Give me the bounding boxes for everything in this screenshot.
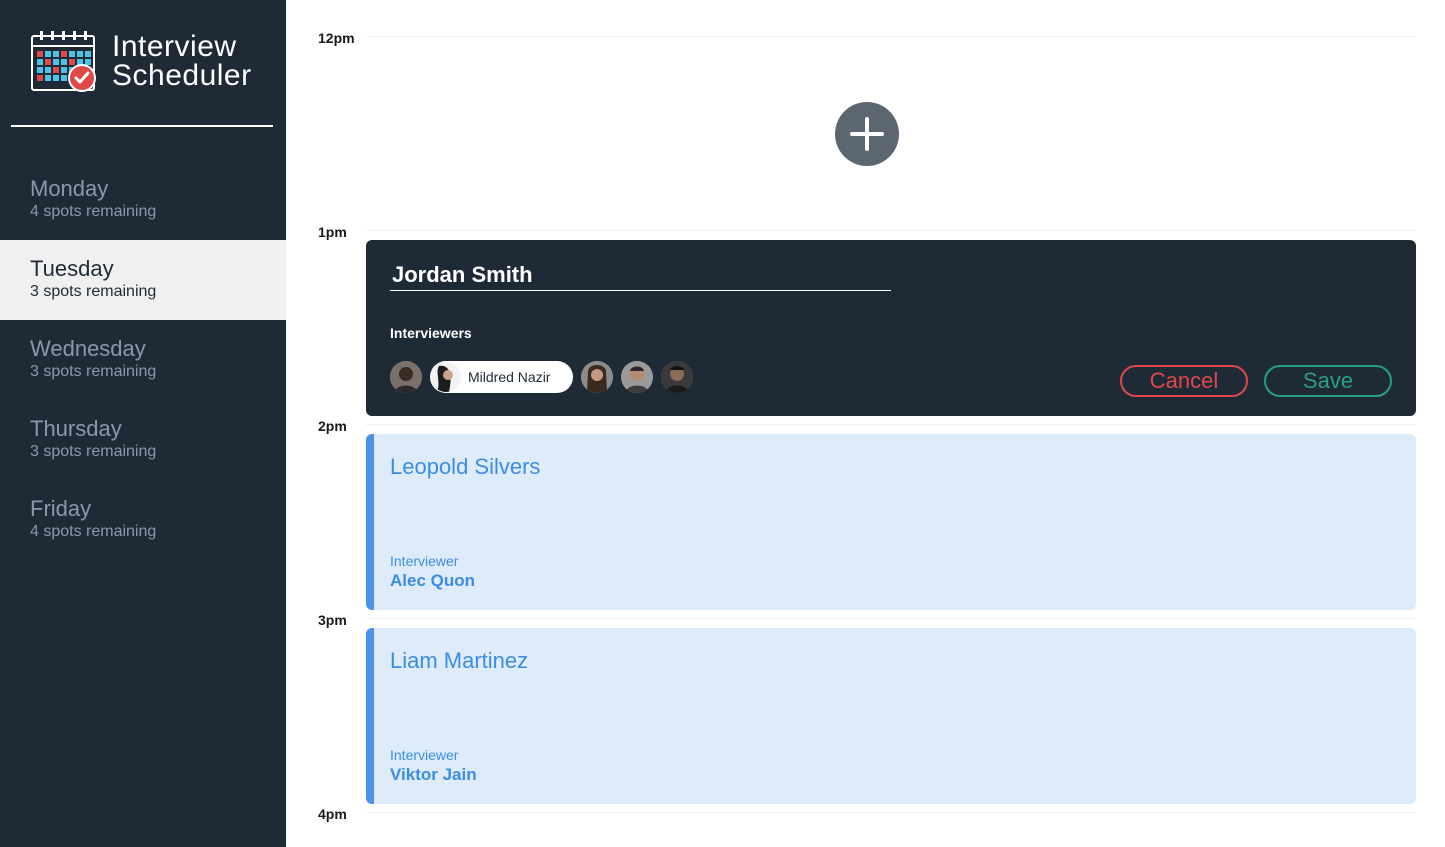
day-spots: 4 spots remaining — [30, 523, 157, 540]
student-name-input[interactable] — [390, 260, 891, 291]
plus-icon — [850, 117, 884, 151]
day-name: Wednesday — [30, 336, 146, 361]
hour-divider — [366, 36, 1416, 37]
schedule: 12pm 1pm Interviewers — [286, 0, 1445, 847]
interviewer-label: Interviewer — [390, 747, 459, 763]
person-avatar-icon — [621, 361, 653, 393]
add-appointment-button[interactable] — [835, 102, 899, 166]
day-item-tuesday[interactable]: Tuesday 3 spots remaining — [0, 240, 286, 320]
app-brand: Interview Scheduler — [30, 30, 252, 94]
time-label-1pm: 1pm — [318, 224, 347, 240]
day-spots: 3 spots remaining — [30, 363, 157, 380]
interviewer-avatar[interactable] — [390, 361, 422, 393]
app-title-line-2: Scheduler — [112, 59, 252, 92]
app-title-line-1: Interview — [112, 30, 237, 63]
day-name: Monday — [30, 176, 109, 201]
day-spots: 4 spots remaining — [30, 203, 157, 220]
day-item-thursday[interactable]: Thursday 3 spots remaining — [0, 400, 286, 480]
day-name: Tuesday — [30, 256, 114, 281]
appointment-card[interactable]: Liam Martinez Interviewer Viktor Jain — [366, 628, 1416, 804]
interviewers-label: Interviewers — [390, 325, 472, 341]
interviewer-avatar[interactable] — [581, 361, 613, 393]
interviewer-name: Viktor Jain — [390, 765, 477, 784]
save-button[interactable]: Save — [1264, 365, 1392, 397]
cancel-button[interactable]: Cancel — [1120, 365, 1248, 397]
hour-divider — [366, 618, 1416, 619]
time-label-12pm: 12pm — [318, 30, 355, 46]
day-item-wednesday[interactable]: Wednesday 3 spots remaining — [0, 320, 286, 400]
interviewer-name: Alec Quon — [390, 571, 476, 590]
interviewer-avatar[interactable] — [621, 361, 653, 393]
appointment-form: Interviewers Mildred Nazir — [366, 240, 1416, 416]
person-avatar-icon — [661, 361, 693, 393]
day-item-friday[interactable]: Friday 4 spots remaining — [0, 480, 286, 560]
day-list: Monday 4 spots remaining Tuesday 3 spots… — [0, 160, 286, 560]
hour-divider — [366, 424, 1416, 425]
day-item-monday[interactable]: Monday 4 spots remaining — [0, 160, 286, 240]
calendar-check-icon — [31, 31, 96, 92]
hour-divider — [366, 812, 1416, 813]
day-name: Thursday — [30, 416, 122, 441]
sidebar: Interview Scheduler Monday 4 spots remai… — [0, 0, 286, 847]
selected-interviewer-chip[interactable]: Mildred Nazir — [430, 361, 573, 393]
interviewer-avatar[interactable] — [661, 361, 693, 393]
student-name: Liam Martinez — [390, 648, 529, 673]
time-label-3pm: 3pm — [318, 612, 347, 628]
selected-interviewer-avatar — [431, 362, 461, 392]
sidebar-divider — [11, 125, 273, 127]
person-avatar-icon — [581, 361, 613, 393]
time-label-4pm: 4pm — [318, 806, 347, 822]
person-avatar-icon — [431, 362, 461, 392]
selected-interviewer-name: Mildred Nazir — [468, 369, 551, 385]
app-title: Interview Scheduler — [112, 30, 252, 92]
time-label-2pm: 2pm — [318, 418, 347, 434]
appointment-card[interactable]: Leopold Silvers Interviewer Alec Quon — [366, 434, 1416, 610]
person-avatar-icon — [390, 361, 422, 393]
day-spots: 3 spots remaining — [30, 283, 157, 300]
interviewer-label: Interviewer — [390, 553, 459, 569]
hour-divider — [366, 230, 1416, 231]
day-spots: 3 spots remaining — [30, 443, 157, 460]
day-name: Friday — [30, 496, 92, 521]
student-name: Leopold Silvers — [390, 454, 541, 479]
